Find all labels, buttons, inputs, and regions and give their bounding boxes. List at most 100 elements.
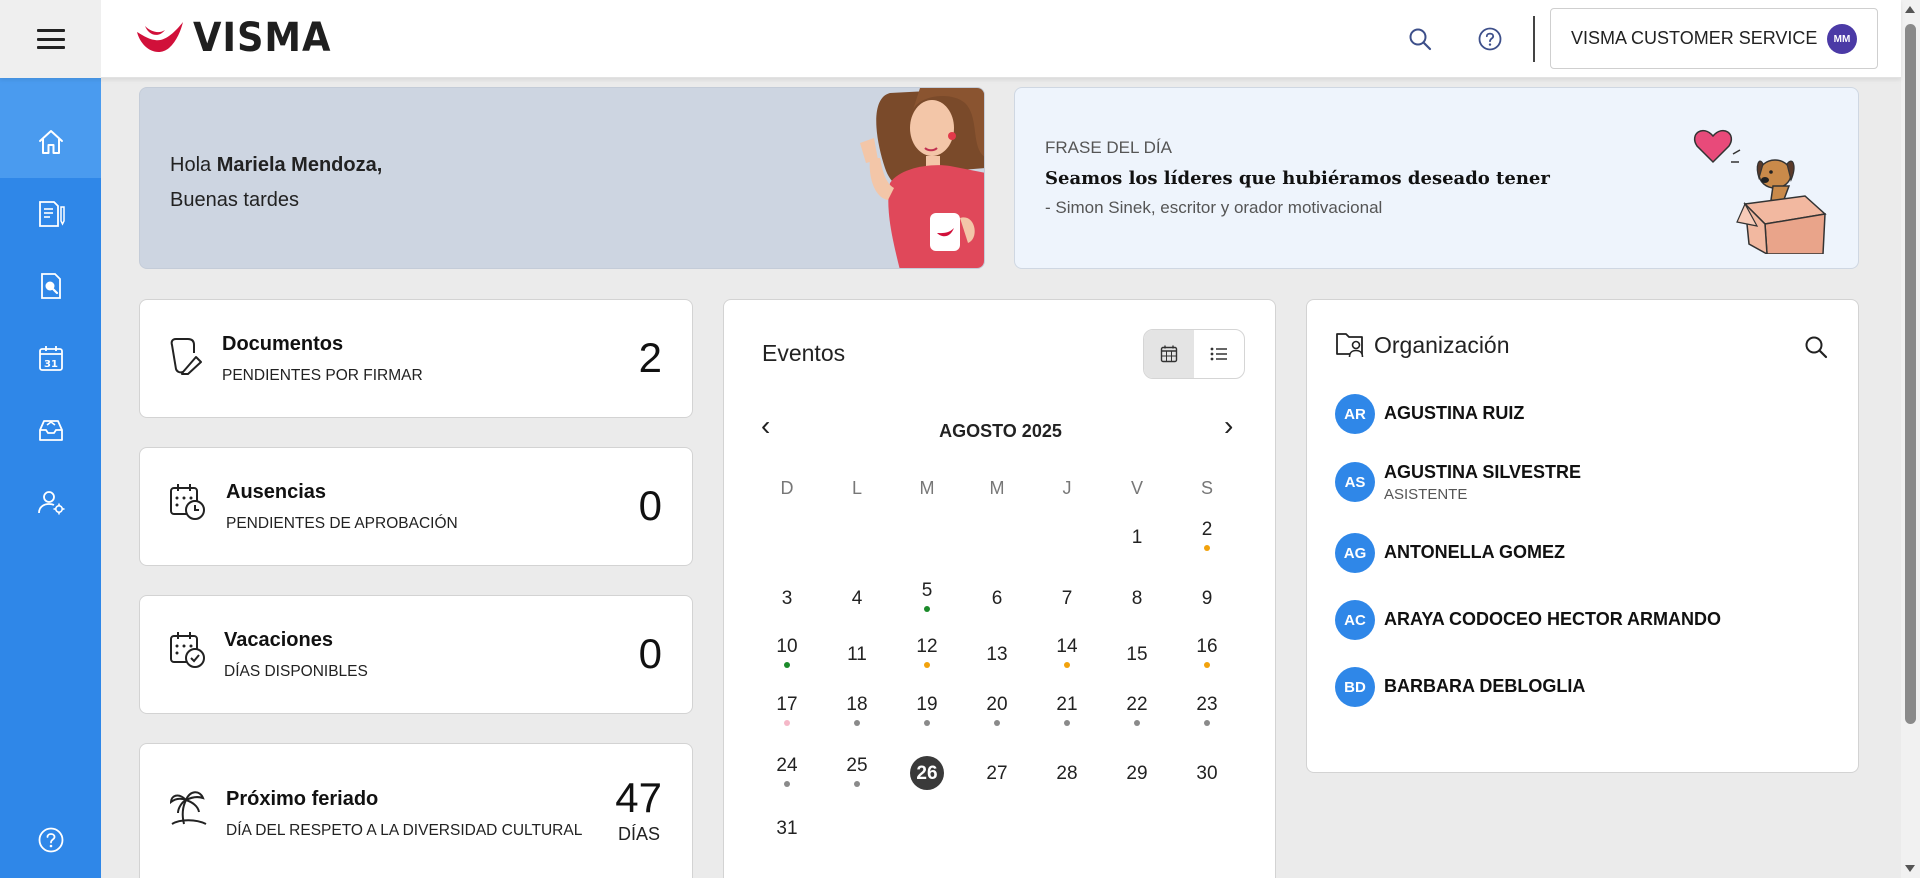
calendar-day[interactable]: 27 [977, 763, 1017, 785]
calendar-day[interactable]: 23 [1187, 694, 1227, 716]
visma-logo[interactable]: VISMA [135, 15, 343, 61]
user-settings-icon [37, 491, 64, 515]
calendar-day[interactable]: 17 [767, 694, 807, 716]
visma-swoosh-icon [137, 22, 183, 53]
calendar-view-button[interactable] [1144, 330, 1194, 378]
list-icon [1210, 347, 1227, 361]
org-person-name: ARAYA CODOCEO HECTOR ARMANDO [1384, 609, 1722, 629]
scroll-thumb[interactable] [1905, 24, 1916, 724]
calendar-day[interactable]: 6 [977, 588, 1017, 610]
help-icon [38, 827, 63, 853]
calendar-day[interactable]: 22 [1117, 694, 1157, 716]
documents-card[interactable]: Documentos PENDIENTES POR FIRMAR 2 [139, 299, 693, 418]
woman-waving-illustration [860, 88, 984, 268]
calendar-day[interactable]: 4 [837, 588, 877, 610]
scroll-up-arrow[interactable] [1905, 6, 1915, 13]
greeting-salutation: Buenas tardes [170, 189, 299, 211]
greeting-text: Hola Mariela Mendoza, Buenas tardes [170, 148, 382, 218]
user-avatar[interactable]: MM [1827, 24, 1857, 54]
scroll-down-arrow[interactable] [1905, 865, 1915, 872]
org-person-avatar: BD [1335, 667, 1375, 707]
calendar-day[interactable]: 14 [1047, 636, 1087, 658]
document-sign-icon [170, 338, 202, 375]
org-person-name: AGUSTINA RUIZ [1384, 403, 1525, 423]
calendar-day[interactable]: 30 [1187, 763, 1227, 785]
greeting-name: Mariela Mendoza, [216, 154, 383, 176]
sidebar-item-home[interactable] [0, 106, 101, 178]
search-button[interactable] [1403, 22, 1437, 56]
calendar-day[interactable]: 28 [1047, 763, 1087, 785]
greeting-card: Hola Mariela Mendoza, Buenas tardes [139, 87, 985, 269]
calendar-event-dot [994, 720, 1000, 726]
quote-card: FRASE DEL DÍA Seamos los líderes que hub… [1014, 87, 1859, 269]
calendar-event-dot [1204, 662, 1210, 668]
greeting-hello: Hola [170, 154, 212, 176]
calendar-day[interactable]: 25 [837, 755, 877, 777]
calendar-day[interactable]: 8 [1117, 588, 1157, 610]
calendar-icon: 31 [38, 346, 63, 371]
organization-title: Organización [1374, 332, 1510, 358]
customer-service-button[interactable]: VISMA CUSTOMER SERVICE MM [1550, 8, 1878, 69]
header-divider [1533, 16, 1535, 62]
events-title: Eventos [762, 340, 846, 366]
org-person-name: AGUSTINA SILVESTRE [1384, 462, 1582, 482]
quote-author: - Simon Sinek, escritor y orador motivac… [1045, 198, 1383, 217]
calendar-day[interactable]: 11 [837, 644, 877, 666]
dog-in-box-illustration [1693, 129, 1827, 254]
holiday-subtitle: DÍA DEL RESPETO A LA DIVERSIDAD CULTURAL [226, 822, 583, 839]
calendar-event-dot [924, 606, 930, 612]
calendar-day[interactable]: 2 [1187, 519, 1227, 541]
holiday-card[interactable]: Próximo feriado DÍA DEL RESPETO A LA DIV… [139, 743, 693, 878]
calendar-event-dot [924, 720, 930, 726]
calendar-day[interactable]: 5 [907, 580, 947, 602]
calendar-check-icon [170, 632, 205, 668]
page-scrollbar[interactable] [1901, 0, 1920, 878]
calendar-day[interactable]: 1 [1117, 527, 1157, 549]
calendar-day[interactable]: 12 [907, 636, 947, 658]
holiday-days-count: 47 [615, 774, 662, 821]
calendar-event-dot [924, 662, 930, 668]
absences-subtitle: PENDIENTES DE APROBACIÓN [226, 515, 458, 532]
sidebar-item-inbox[interactable] [0, 394, 101, 466]
calendar-day[interactable]: 13 [977, 644, 1017, 666]
absences-card[interactable]: Ausencias PENDIENTES DE APROBACIÓN 0 [139, 447, 693, 566]
help-button[interactable] [1473, 22, 1507, 56]
holiday-days-unit: DÍAS [617, 824, 660, 844]
calendar-day[interactable]: 31 [767, 818, 807, 840]
absences-title: Ausencias [226, 481, 327, 503]
top-bar: VISMA VISMA CUSTOMER SERVICE MM [0, 0, 1901, 78]
sidebar-item-user-settings[interactable] [0, 466, 101, 538]
calendar-weekday: V [1130, 478, 1143, 498]
calendar-grid-icon [1160, 345, 1178, 363]
sidebar-item-calendar[interactable]: 31 [0, 322, 101, 394]
search-icon [1409, 28, 1432, 51]
calendar-day[interactable]: 18 [837, 694, 877, 716]
sidebar-item-help[interactable] [0, 804, 101, 876]
organization-search-button[interactable] [1803, 334, 1829, 365]
home-icon [38, 130, 63, 154]
sidebar-item-document-search[interactable] [0, 250, 101, 322]
org-person-avatar: AC [1335, 600, 1375, 640]
calendar-day[interactable]: 21 [1047, 694, 1087, 716]
calendar-day-today[interactable]: 26 [907, 763, 947, 785]
calendar-event-dot [1204, 720, 1210, 726]
calendar-day[interactable]: 29 [1117, 763, 1157, 785]
calendar-day[interactable]: 19 [907, 694, 947, 716]
calendar-day[interactable]: 20 [977, 694, 1017, 716]
events-view-toggle [1143, 329, 1245, 379]
menu-button[interactable] [0, 0, 101, 78]
calendar-day[interactable]: 16 [1187, 636, 1227, 658]
calendar-day[interactable]: 15 [1117, 644, 1157, 666]
calendar-day[interactable]: 10 [767, 636, 807, 658]
calendar-clock-icon [170, 484, 205, 520]
calendar-month-label: AGOSTO 2025 [939, 421, 1062, 441]
calendar-day[interactable]: 3 [767, 588, 807, 610]
calendar-day[interactable]: 24 [767, 755, 807, 777]
calendar-weekday: M [989, 478, 1005, 498]
sidebar-item-documents[interactable] [0, 178, 101, 250]
calendar-day[interactable]: 7 [1047, 588, 1087, 610]
org-folder-user-icon [1336, 333, 1364, 358]
calendar-day[interactable]: 9 [1187, 588, 1227, 610]
list-view-button[interactable] [1194, 330, 1244, 378]
vacations-card[interactable]: Vacaciones DÍAS DISPONIBLES 0 [139, 595, 693, 714]
